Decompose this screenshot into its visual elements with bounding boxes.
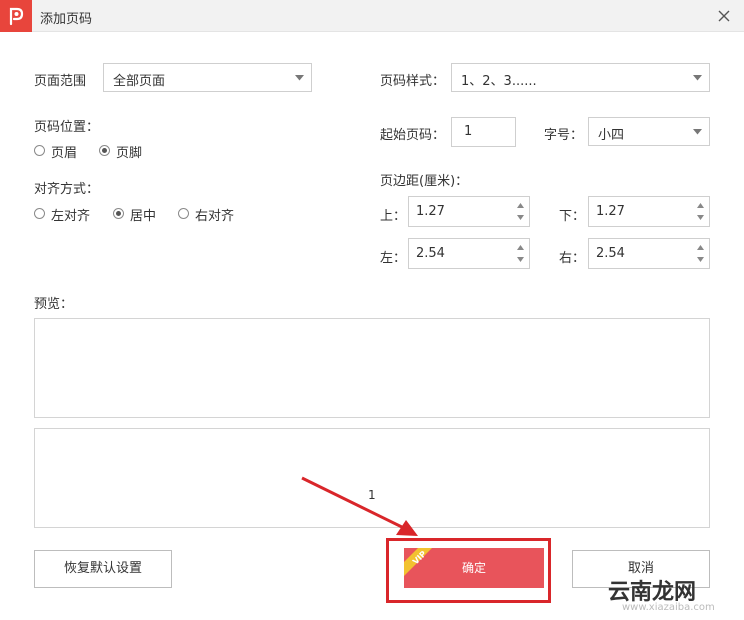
page-number-style-select[interactable]: 1、2、3...... [451,63,710,92]
radio-align-right[interactable]: 右对齐 [178,205,244,224]
radio-footer[interactable]: 页脚 [99,142,149,161]
chevron-down-icon [295,75,304,81]
chevron-down-icon [693,75,702,81]
confirm-button[interactable]: VIP 确定 [404,548,544,588]
chevron-down-icon[interactable] [517,257,524,262]
chevron-up-icon[interactable] [517,203,524,208]
radio-align-left-circle[interactable] [34,208,45,219]
page-number-style-value: 1、2、3...... [461,74,537,89]
chevron-down-icon[interactable] [697,257,704,262]
position-label: 页码位置： [34,120,100,135]
radio-align-center-label: 居中 [130,209,157,224]
chevron-down-icon[interactable] [697,215,704,220]
vip-badge-icon: VIP [404,548,432,576]
close-icon[interactable] [718,10,730,22]
restore-defaults-button[interactable]: 恢复默认设置 [34,550,172,588]
radio-header-circle[interactable] [34,145,45,156]
font-size-label: 字号： [544,128,584,143]
radio-align-center-circle[interactable] [113,208,124,219]
annotation-arrow-icon [301,476,418,536]
chevron-down-icon[interactable] [517,215,524,220]
font-size-value: 小四 [598,128,625,143]
page-range-select[interactable]: 全部页面 [103,63,312,92]
window-title: 添加页码 [40,12,93,27]
radio-align-center[interactable]: 居中 [113,205,165,224]
start-page-label: 起始页码： [380,128,446,143]
close-button[interactable] [714,6,734,26]
radio-align-right-label: 右对齐 [195,209,235,224]
margin-top-stepper[interactable]: 1.27 [408,196,530,227]
margin-bottom-stepper[interactable]: 1.27 [588,196,710,227]
radio-header-label: 页眉 [51,146,78,161]
app-logo-icon [0,0,32,32]
margin-left-label: 左： [380,251,407,266]
chevron-down-icon [693,129,702,135]
page-number-style-label: 页码样式： [380,74,446,89]
radio-header[interactable]: 页眉 [34,142,84,161]
preview-header-area [34,318,710,418]
radio-align-right-circle[interactable] [178,208,189,219]
alignment-label: 对齐方式： [34,182,100,197]
margin-right-stepper[interactable]: 2.54 [588,238,710,269]
watermark-sub-text: www.xiazaiba.com [622,602,715,613]
start-page-value: 1 [464,124,473,139]
radio-align-left-label: 左对齐 [51,209,91,224]
start-page-input[interactable]: 1 [451,117,516,147]
chevron-up-icon[interactable] [517,245,524,250]
preview-label: 预览： [34,297,74,312]
page-range-label: 页面范围 [34,74,87,89]
margin-top-value: 1.27 [416,204,445,219]
margin-left-value: 2.54 [416,246,445,261]
margin-right-label: 右： [559,251,586,266]
margin-bottom-value: 1.27 [596,204,625,219]
margin-top-label: 上： [380,209,407,224]
radio-align-left[interactable]: 左对齐 [34,205,100,224]
chevron-up-icon[interactable] [697,245,704,250]
confirm-button-label: 确定 [461,561,486,575]
title-bar: 添加页码 [0,0,744,32]
radio-footer-label: 页脚 [116,146,143,161]
page-range-value: 全部页面 [113,74,166,89]
radio-footer-circle[interactable] [99,145,110,156]
font-size-select[interactable]: 小四 [588,117,710,146]
margin-bottom-label: 下： [559,209,586,224]
margin-left-stepper[interactable]: 2.54 [408,238,530,269]
margins-label: 页边距(厘米)： [380,174,469,189]
margin-right-value: 2.54 [596,246,625,261]
chevron-up-icon[interactable] [697,203,704,208]
